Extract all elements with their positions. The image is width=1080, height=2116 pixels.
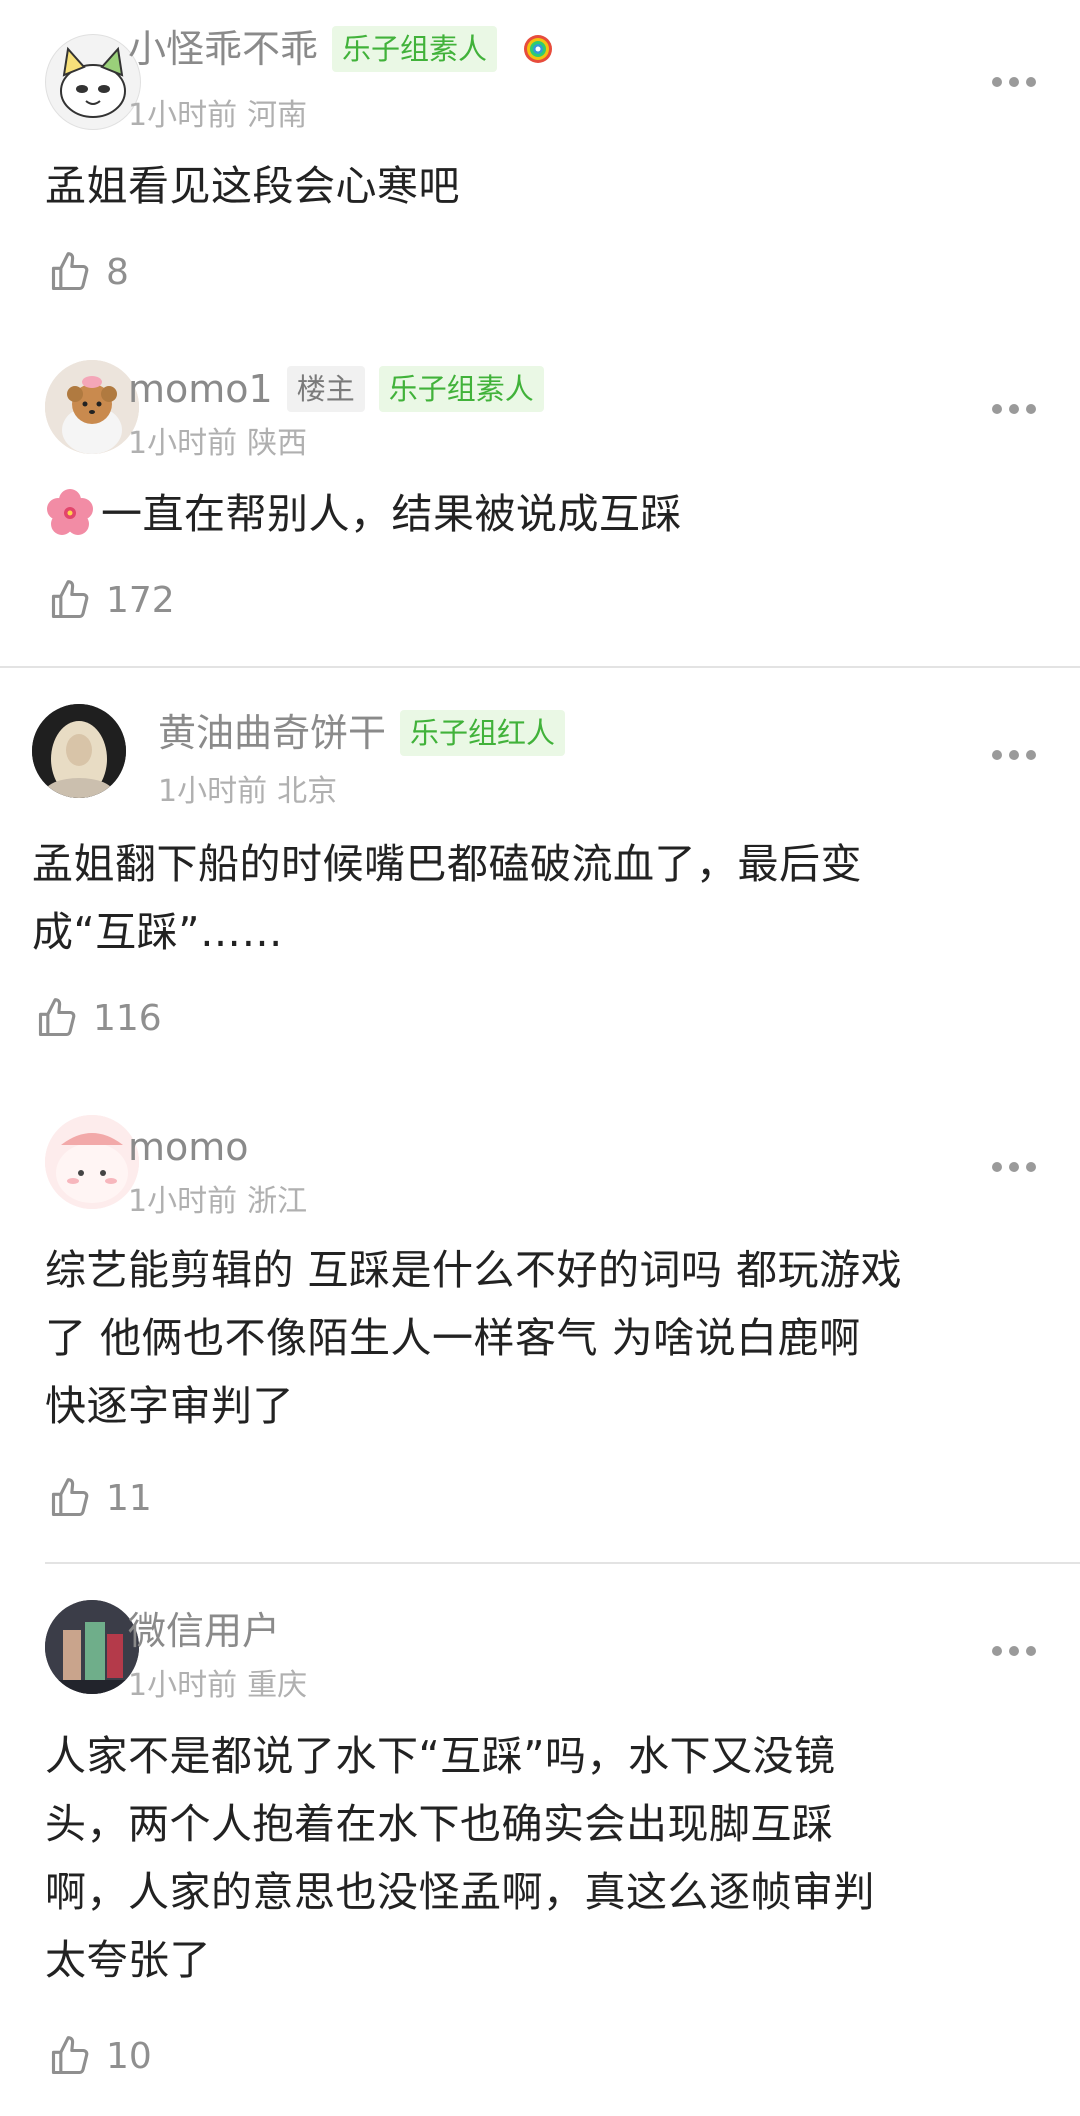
- comment-text-line: 快逐字审判了: [45, 1382, 294, 1430]
- comment-text-line: 孟姐翻下船的时候嘴巴都磕破流血了，最后变: [32, 840, 862, 888]
- username[interactable]: 微信用户: [128, 1609, 280, 1653]
- user-badge: 乐子组红人: [400, 710, 566, 756]
- like-count: 8: [106, 252, 129, 293]
- comment-time: 1小时前: [128, 98, 238, 133]
- username[interactable]: 黄油曲奇饼干: [158, 711, 386, 755]
- username[interactable]: momo1: [128, 367, 273, 411]
- comment-text-line: 头，两个人抱着在水下也确实会出现脚互踩: [45, 1800, 834, 1848]
- comment-text-line: 太夸张了: [45, 1936, 211, 1984]
- like-count: 172: [106, 580, 175, 621]
- comment-location: 陕西: [247, 426, 308, 461]
- thumbs-up-icon: [51, 580, 89, 619]
- thumbs-up-icon: [51, 1478, 89, 1517]
- username[interactable]: momo: [128, 1125, 249, 1169]
- avatar[interactable]: [32, 704, 126, 798]
- comment-time: 1小时前: [128, 1184, 238, 1219]
- username[interactable]: 小怪乖不乖: [128, 27, 318, 71]
- comment-location: 河南: [247, 98, 308, 133]
- comment-time: 1小时前: [158, 774, 268, 809]
- comment-time: 1小时前: [128, 426, 238, 461]
- more-icon[interactable]: [992, 77, 1036, 89]
- like-count: 116: [93, 998, 162, 1039]
- user-badge: 乐子组素人: [378, 366, 544, 412]
- thumbs-up-icon: [51, 2036, 89, 2075]
- comment-text-content: 一直在帮别人，结果被说成互踩: [101, 490, 682, 538]
- avatar[interactable]: [45, 34, 141, 130]
- divider: [45, 1562, 1080, 1564]
- more-icon[interactable]: [992, 1646, 1036, 1658]
- more-icon[interactable]: [992, 404, 1036, 416]
- rainbow-icon: [523, 28, 553, 63]
- comment-text: 综艺能剪辑的 互踩是什么不好的词吗 都玩游戏 了 他俩也不像陌生人一样客气 为啥…: [45, 1236, 902, 1440]
- comment-location: 浙江: [247, 1184, 308, 1219]
- op-badge: 楼主: [286, 366, 365, 412]
- comment-time: 1小时前: [128, 1668, 238, 1703]
- avatar[interactable]: [45, 1600, 139, 1694]
- comment-text: 孟姐看见这段会心寒吧: [45, 162, 460, 210]
- divider: [0, 666, 1080, 668]
- avatar[interactable]: [45, 1115, 139, 1209]
- thumbs-up-icon: [38, 998, 76, 1037]
- thumbs-up-icon: [51, 252, 89, 291]
- comment-text-line: 综艺能剪辑的 互踩是什么不好的词吗 都玩游戏: [45, 1246, 903, 1294]
- flower-emoji-icon: [45, 488, 95, 538]
- comment-text: 孟姐翻下船的时候嘴巴都磕破流血了，最后变 成“互踩”……: [32, 830, 862, 966]
- like-count: 10: [106, 2036, 152, 2077]
- comment-location: 重庆: [247, 1668, 308, 1703]
- comment-text-line: 啊，人家的意思也没怪孟啊，真这么逐帧审判: [45, 1868, 875, 1916]
- user-badge: 乐子组素人: [332, 26, 498, 72]
- comment-text: 人家不是都说了水下“互踩”吗，水下又没镜 头，两个人抱着在水下也确实会出现脚互踩…: [45, 1722, 875, 1994]
- comment-text-line: 人家不是都说了水下“互踩”吗，水下又没镜: [45, 1732, 836, 1780]
- comment-text-line: 了 他俩也不像陌生人一样客气 为啥说白鹿啊: [45, 1314, 861, 1362]
- comment-text-line: 成“互踩”……: [32, 908, 283, 956]
- like-count: 11: [106, 1478, 152, 1519]
- more-icon[interactable]: [992, 750, 1036, 762]
- comment-text: 一直在帮别人，结果被说成互踩: [45, 480, 682, 548]
- avatar[interactable]: [45, 360, 139, 454]
- comment-location: 北京: [277, 774, 338, 809]
- more-icon[interactable]: [992, 1162, 1036, 1174]
